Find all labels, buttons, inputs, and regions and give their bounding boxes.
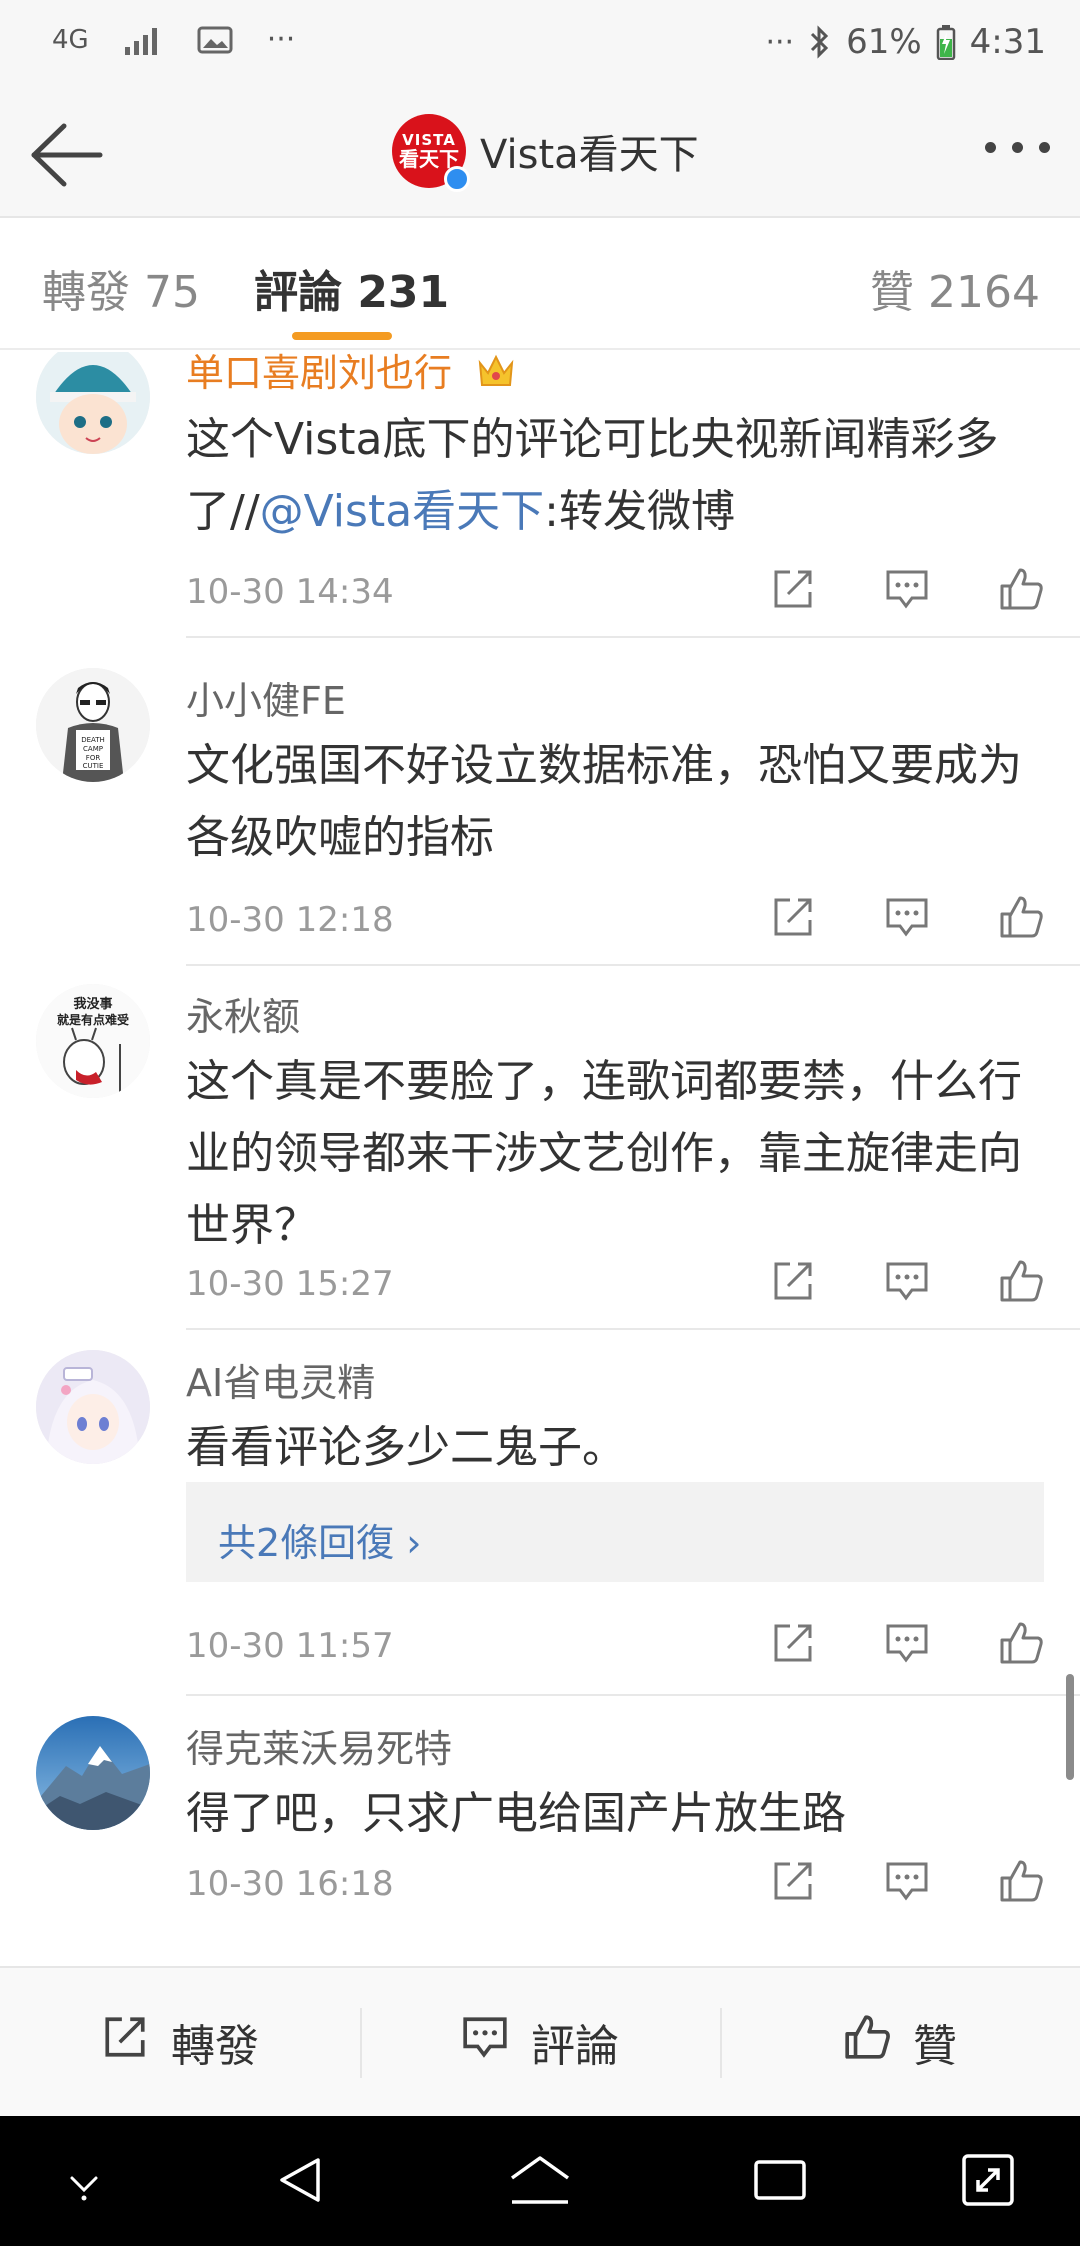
- comment-actions: [770, 1258, 1044, 1304]
- avatar[interactable]: [36, 352, 150, 454]
- expand-icon[interactable]: [960, 2152, 1016, 2212]
- svg-text:就是有点难受: 就是有点难受: [57, 1012, 129, 1027]
- like-icon[interactable]: [998, 566, 1044, 612]
- comment-icon[interactable]: [884, 1258, 930, 1304]
- signal-icon: [123, 25, 163, 55]
- svg-text:CAMP: CAMP: [83, 745, 103, 753]
- title-bar: VISTA 看天下 Vista看天下: [0, 92, 1080, 218]
- comment-list: 单口喜剧刘也行 这个Vista底下的评论可比央视新闻精彩多了//@Vista看天…: [0, 352, 1080, 1966]
- like-icon[interactable]: [998, 1858, 1044, 1904]
- comment-time: 10-30 16:18: [186, 1864, 394, 1904]
- comment-author[interactable]: AI省电灵精: [186, 1352, 375, 1407]
- comment-icon[interactable]: [884, 894, 930, 940]
- comment-icon: [461, 2013, 509, 2072]
- comment-time: 10-30 14:34: [186, 572, 394, 612]
- avatar[interactable]: [36, 1350, 150, 1464]
- comment-time: 10-30 11:57: [186, 1626, 394, 1666]
- comment-button[interactable]: 評論: [360, 1968, 720, 2116]
- repost-icon[interactable]: [770, 894, 816, 940]
- comment-text: 得了吧，只求广电给国产片放生路: [186, 1788, 846, 1839]
- comment-actions: [770, 1858, 1044, 1904]
- comment-text: 看看评论多少二鬼子。: [186, 1422, 626, 1473]
- svg-text:FOR: FOR: [86, 754, 101, 762]
- status-bar: 4G ··· ··· 61% 4:31: [0, 0, 1080, 92]
- comment-author[interactable]: 小小健FE: [186, 670, 346, 725]
- account-header[interactable]: VISTA 看天下 Vista看天下: [392, 114, 699, 192]
- active-tab-indicator: [292, 332, 392, 340]
- comment-text: 这个真是不要脸了，连歌词都要禁，什么行业的领导都来干涉文艺创作，靠主旋律走向世界…: [186, 1056, 1022, 1251]
- battery-percent: 61%: [846, 22, 922, 62]
- divider: [186, 1694, 1080, 1696]
- vip-crown-icon: [474, 352, 518, 402]
- svg-text:DEATH: DEATH: [81, 736, 105, 744]
- repost-icon[interactable]: [770, 566, 816, 612]
- divider: [186, 1328, 1080, 1330]
- comment-author[interactable]: 得克莱沃易死特: [186, 1718, 452, 1773]
- comment-label: 評論: [531, 2021, 619, 2072]
- avatar[interactable]: 我没事 就是有点难受: [36, 984, 150, 1098]
- like-button[interactable]: 贊: [720, 1968, 1080, 2116]
- account-avatar[interactable]: VISTA 看天下: [392, 114, 470, 192]
- repost-icon: [101, 2013, 149, 2072]
- repost-label: 轉發: [171, 2021, 259, 2072]
- comment-text: 文化强国不好设立数据标准，恐怕又要成为各级吹嘘的指标: [186, 740, 1022, 863]
- verified-badge-icon: [444, 166, 470, 192]
- svg-text:CUTIE: CUTIE: [83, 762, 104, 770]
- like-icon[interactable]: [998, 894, 1044, 940]
- mention-link[interactable]: @Vista看天下: [260, 486, 545, 537]
- like-label: 贊: [913, 2021, 957, 2072]
- battery-charging-icon: [936, 24, 956, 60]
- svg-text:我没事: 我没事: [73, 996, 112, 1012]
- view-replies-link[interactable]: 共2條回復 ›: [186, 1482, 1044, 1582]
- system-nav-bar: [0, 2116, 1080, 2246]
- nav-recents-icon[interactable]: [752, 2152, 808, 2212]
- avatar[interactable]: DEATH CAMP FOR CUTIE: [36, 668, 150, 782]
- comment-icon[interactable]: [884, 1620, 930, 1666]
- repost-icon[interactable]: [770, 1858, 816, 1904]
- back-arrow-icon[interactable]: [28, 120, 104, 190]
- like-icon: [843, 2013, 891, 2072]
- repost-icon[interactable]: [770, 1258, 816, 1304]
- avatar[interactable]: [36, 1716, 150, 1830]
- image-icon: [197, 25, 233, 55]
- comment-icon[interactable]: [884, 566, 930, 612]
- comment-actions: [770, 1620, 1044, 1666]
- divider: [186, 636, 1080, 638]
- comment-icon[interactable]: [884, 1858, 930, 1904]
- bottom-action-bar: 轉發 評論 贊: [0, 1966, 1080, 2116]
- scrollbar[interactable]: [1066, 1674, 1074, 1780]
- page-title: Vista看天下: [480, 132, 699, 178]
- more-dots-icon[interactable]: [985, 142, 1050, 153]
- more-status: ···: [765, 24, 795, 60]
- tab-likes[interactable]: 贊 2164: [870, 256, 1040, 320]
- comment-time: 10-30 15:27: [186, 1264, 394, 1304]
- bluetooth-icon: [808, 24, 832, 60]
- comment-author[interactable]: 单口喜剧刘也行: [186, 352, 518, 402]
- comment-actions: [770, 566, 1044, 612]
- clock: 4:31: [969, 22, 1046, 62]
- repost-button[interactable]: 轉發: [0, 1968, 360, 2116]
- comment-author[interactable]: 永秋额: [186, 986, 300, 1041]
- divider: [186, 964, 1080, 966]
- comment-actions: [770, 894, 1044, 940]
- hide-keyboard-icon[interactable]: [64, 2164, 104, 2208]
- like-icon[interactable]: [998, 1258, 1044, 1304]
- nav-back-icon[interactable]: [272, 2152, 328, 2212]
- like-icon[interactable]: [998, 1620, 1044, 1666]
- more-notifications: ···: [266, 22, 296, 57]
- tab-bar: 轉發 75 評論 231 贊 2164: [0, 218, 1080, 350]
- comment-text: 这个Vista底下的评论可比央视新闻精彩多了//@Vista看天下:转发微博: [186, 414, 999, 537]
- comment-time: 10-30 12:18: [186, 900, 394, 940]
- network-indicator: 4G: [52, 24, 89, 55]
- tab-comments[interactable]: 評論 231: [254, 256, 449, 320]
- nav-home-icon[interactable]: [508, 2152, 572, 2212]
- repost-icon[interactable]: [770, 1620, 816, 1666]
- tab-reposts[interactable]: 轉發 75: [42, 256, 200, 320]
